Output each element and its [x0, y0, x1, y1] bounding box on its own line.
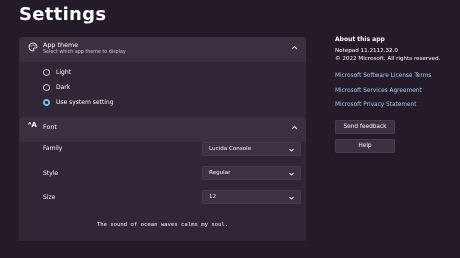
style-dropdown[interactable]: Regular: [202, 166, 301, 180]
send-feedback-button[interactable]: Send feedback: [335, 120, 395, 134]
help-button[interactable]: Help: [335, 139, 395, 153]
chevron-down-icon: [289, 196, 294, 200]
font-header[interactable]: ᴬA Font: [19, 117, 306, 141]
radio-light[interactable]: Light: [43, 67, 71, 77]
license-terms-link[interactable]: Microsoft Software License Terms: [335, 73, 431, 79]
chevron-up-icon[interactable]: [291, 45, 298, 50]
family-value: Lucida Console: [209, 146, 252, 152]
font-preview-text: The sound of ocean waves calms my soul.: [96, 222, 229, 228]
radio-system[interactable]: Use system setting: [43, 97, 114, 107]
size-value: 12: [209, 194, 217, 200]
font-icon: ᴬA: [28, 121, 37, 129]
app-theme-subtitle: Select which app theme to display: [43, 50, 126, 55]
font-title: Font: [43, 123, 57, 131]
style-value: Regular: [209, 170, 231, 176]
size-label: Size: [43, 194, 56, 201]
chevron-down-icon: [289, 148, 294, 152]
chevron-down-icon: [289, 172, 294, 176]
family-label: Family: [43, 145, 63, 152]
about-title: About this app: [335, 36, 385, 43]
size-dropdown[interactable]: 12: [202, 190, 301, 204]
palette-icon: [28, 42, 38, 52]
app-theme-header[interactable]: App theme Select which app theme to disp…: [19, 37, 306, 61]
page-title: Settings: [19, 4, 107, 25]
app-theme-title: App theme: [43, 41, 79, 49]
copyright: © 2022 Microsoft. All rights reserved.: [335, 56, 441, 62]
chevron-up-icon[interactable]: [291, 125, 298, 130]
radio-label: Dark: [56, 83, 71, 91]
radio-label: Light: [56, 68, 71, 76]
privacy-statement-link[interactable]: Microsoft Privacy Statement: [335, 102, 417, 108]
font-card: ᴬA Font Family Lucida Console Style Regu…: [19, 117, 306, 241]
radio-label: Use system setting: [56, 98, 114, 106]
services-agreement-link[interactable]: Microsoft Services Agreement: [335, 88, 422, 94]
app-theme-card: App theme Select which app theme to disp…: [19, 37, 306, 117]
radio-button[interactable]: [43, 83, 50, 91]
app-theme-options: Light Dark Use system setting: [19, 62, 306, 117]
radio-button-selected[interactable]: [43, 98, 50, 106]
radio-dark[interactable]: Dark: [43, 82, 70, 92]
family-dropdown[interactable]: Lucida Console: [202, 142, 301, 156]
font-settings: Family Lucida Console Style Regular Size…: [19, 142, 306, 241]
radio-button[interactable]: [43, 68, 50, 76]
app-version: Notepad 11.2112.32.0: [335, 48, 398, 54]
style-label: Style: [43, 170, 59, 177]
